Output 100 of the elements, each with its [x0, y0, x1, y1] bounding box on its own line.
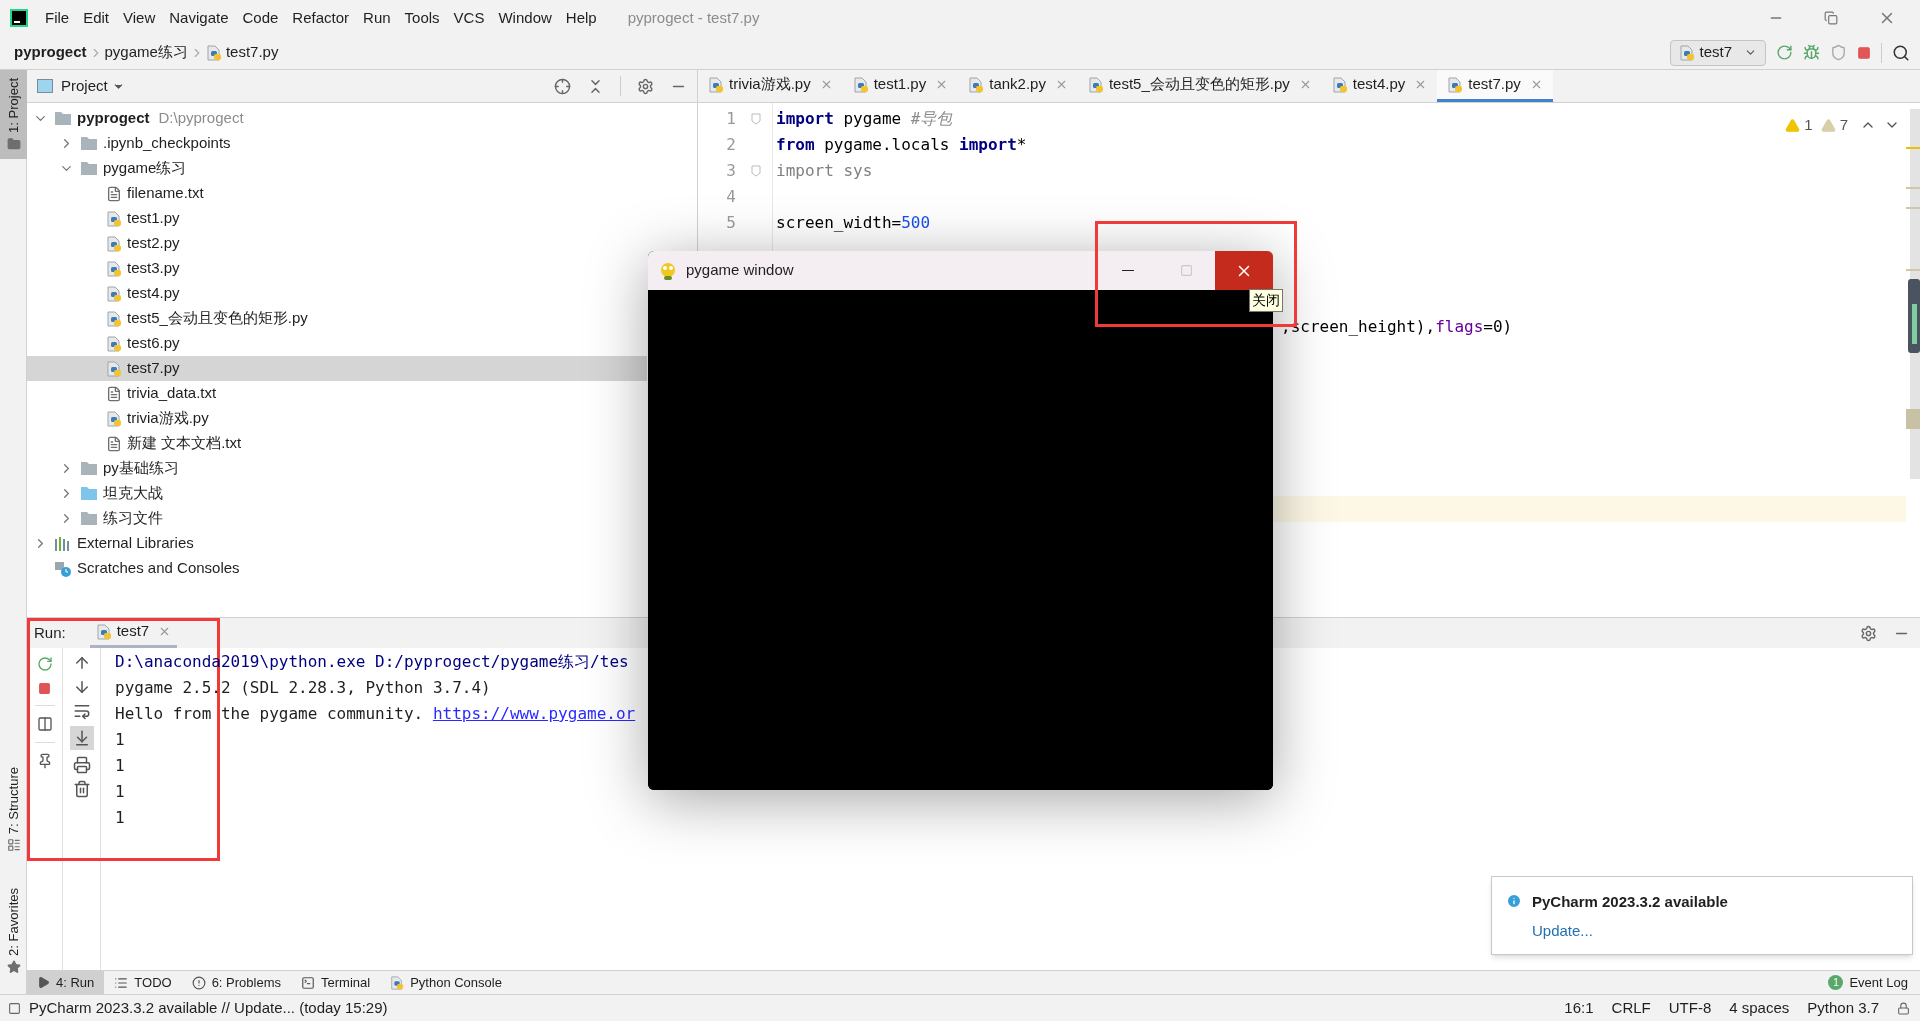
warning-icon — [1785, 117, 1801, 133]
editor-tab[interactable]: test5_会动且变色的矩形.py — [1077, 70, 1322, 102]
status-item[interactable]: 4 spaces — [1729, 996, 1790, 1020]
debug-icon[interactable] — [1803, 44, 1820, 61]
tree-item[interactable]: test3.py — [27, 256, 647, 281]
folder-icon — [6, 136, 21, 151]
tree-item[interactable]: test6.py — [27, 331, 647, 356]
menu-item[interactable]: Navigate — [162, 6, 236, 30]
editor-tab[interactable]: test1.py — [842, 70, 959, 102]
event-log-button[interactable]: 1 Event Log — [1828, 971, 1908, 994]
tree-item[interactable]: External Libraries — [27, 531, 647, 556]
scratches-icon — [54, 559, 72, 578]
console-line: 1 — [115, 729, 125, 751]
folder-path: D:\pyprogect — [158, 108, 244, 129]
breadcrumb[interactable]: test7.py — [225, 41, 279, 64]
menu-item[interactable]: File — [38, 6, 77, 30]
tree-item[interactable]: test4.py — [27, 281, 647, 306]
python-file-icon — [968, 76, 985, 93]
tool-window-button[interactable]: Terminal — [291, 971, 381, 994]
stop-icon[interactable] — [1857, 45, 1871, 60]
python-file-icon — [205, 44, 222, 61]
tree-item[interactable]: py基础练习 — [27, 456, 647, 481]
status-item[interactable]: Python 3.7 — [1807, 996, 1879, 1020]
fold-marker-icon[interactable] — [751, 165, 761, 177]
tool-window-button[interactable]: 4: Run — [27, 971, 105, 994]
menu-item[interactable]: Edit — [76, 6, 117, 30]
menu-item[interactable]: Window — [491, 6, 559, 30]
warning-count[interactable]: 1 — [1785, 114, 1813, 137]
breadcrumb[interactable]: pyprogect — [14, 41, 87, 64]
tree-item[interactable]: filename.txt — [27, 181, 647, 206]
code-line: import pygame #导包 — [776, 108, 953, 130]
console-line: 1 — [115, 807, 125, 829]
update-link[interactable]: Update... — [1532, 919, 1728, 942]
scroll-to-end-toggle[interactable] — [69, 726, 94, 750]
settings-icon[interactable] — [1860, 624, 1877, 642]
search-icon[interactable] — [1892, 43, 1910, 62]
tree-item[interactable]: test5_会动且变色的矩形.py — [27, 306, 647, 331]
event-count-badge: 1 — [1828, 975, 1844, 990]
code-line: from pygame.locals import* — [776, 134, 1027, 156]
run-configuration-dropdown[interactable]: test7 — [1670, 39, 1766, 66]
rerun-icon[interactable] — [36, 656, 53, 672]
stop-icon[interactable] — [38, 682, 51, 695]
python-file-icon — [1679, 44, 1696, 61]
tree-item[interactable]: test2.py — [27, 231, 647, 256]
menu-item[interactable]: Code — [235, 6, 286, 30]
code-line: ,screen_height),flags=0) — [1281, 316, 1513, 338]
status-item[interactable]: CRLF — [1611, 996, 1651, 1020]
python-file-icon — [1447, 76, 1464, 93]
fold-marker-icon[interactable] — [751, 113, 761, 125]
breadcrumb[interactable]: pygame练习 — [104, 41, 188, 64]
tool-window-button[interactable]: 6: Problems — [181, 971, 291, 994]
editor-tab[interactable]: test4.py — [1321, 70, 1438, 102]
print-icon[interactable] — [72, 756, 91, 774]
status-message[interactable]: PyCharm 2023.3.2 available // Update... (today 15:29) — [29, 996, 388, 1020]
settings-icon[interactable] — [637, 77, 654, 95]
restore-icon[interactable] — [1824, 11, 1838, 25]
line-number: 1 — [725, 108, 737, 130]
menu-item[interactable]: Help — [558, 6, 604, 30]
tree-item[interactable]: test7.py — [27, 356, 647, 381]
editor-tab[interactable]: test7.py — [1437, 70, 1553, 102]
structure-icon — [6, 838, 21, 853]
run-tab[interactable]: test7 — [89, 618, 178, 648]
rerun-icon[interactable] — [1776, 44, 1793, 61]
panel-title-dropdown[interactable]: Project — [61, 74, 125, 98]
terminal-icon — [301, 975, 315, 990]
close-button[interactable] — [1215, 251, 1273, 290]
tree-item[interactable]: trivia_data.txt — [27, 381, 647, 406]
status-toggle-icon[interactable] — [8, 1001, 21, 1015]
tool-window-button[interactable]: TODO — [104, 971, 182, 994]
trash-icon[interactable] — [72, 780, 91, 798]
editor-tab[interactable]: trivia游戏.py — [698, 70, 843, 102]
menu-item[interactable]: Refactor — [285, 6, 357, 30]
tool-window-button[interactable]: 1: Project — [0, 70, 27, 159]
soft-wrap-icon[interactable] — [72, 702, 91, 720]
tree-item[interactable]: test1.py — [27, 206, 647, 231]
tree-item[interactable]: pyprogect D:\pyprogect — [27, 106, 647, 131]
tree-item[interactable]: .ipynb_checkpoints — [27, 131, 647, 156]
console-link[interactable]: https://www.pygame.or — [432, 702, 636, 726]
layout-icon[interactable] — [36, 716, 53, 732]
editor-tab[interactable]: tank2.py — [958, 70, 1078, 102]
tree-item[interactable]: pygame练习 — [27, 156, 647, 181]
warning-count[interactable]: 7 — [1820, 114, 1848, 137]
menu-item[interactable]: VCS — [446, 6, 492, 30]
lock-icon[interactable] — [1897, 1001, 1910, 1015]
tree-item[interactable]: Scratches and Consoles — [27, 556, 647, 581]
tool-window-button[interactable]: Python Console — [380, 971, 512, 994]
status-item[interactable]: UTF-8 — [1668, 996, 1712, 1020]
folder-icon — [80, 136, 98, 151]
app-logo-icon — [10, 9, 28, 27]
status-item[interactable]: 16:1 — [1564, 996, 1594, 1020]
tool-window-button[interactable]: 2: Favorites — [0, 880, 27, 982]
tree-item[interactable]: 新建 文本文档.txt — [27, 431, 647, 456]
tree-item[interactable]: 练习文件 — [27, 506, 647, 531]
menu-item[interactable]: Tools — [397, 6, 447, 30]
tree-item[interactable]: 坦克大战 — [27, 481, 647, 506]
tree-item[interactable]: trivia游戏.py — [27, 406, 647, 431]
tool-window-button[interactable]: 7: Structure — [0, 758, 27, 861]
locate-icon[interactable] — [554, 77, 571, 95]
menu-item[interactable]: Run — [356, 6, 398, 30]
menu-item[interactable]: View — [116, 6, 163, 30]
